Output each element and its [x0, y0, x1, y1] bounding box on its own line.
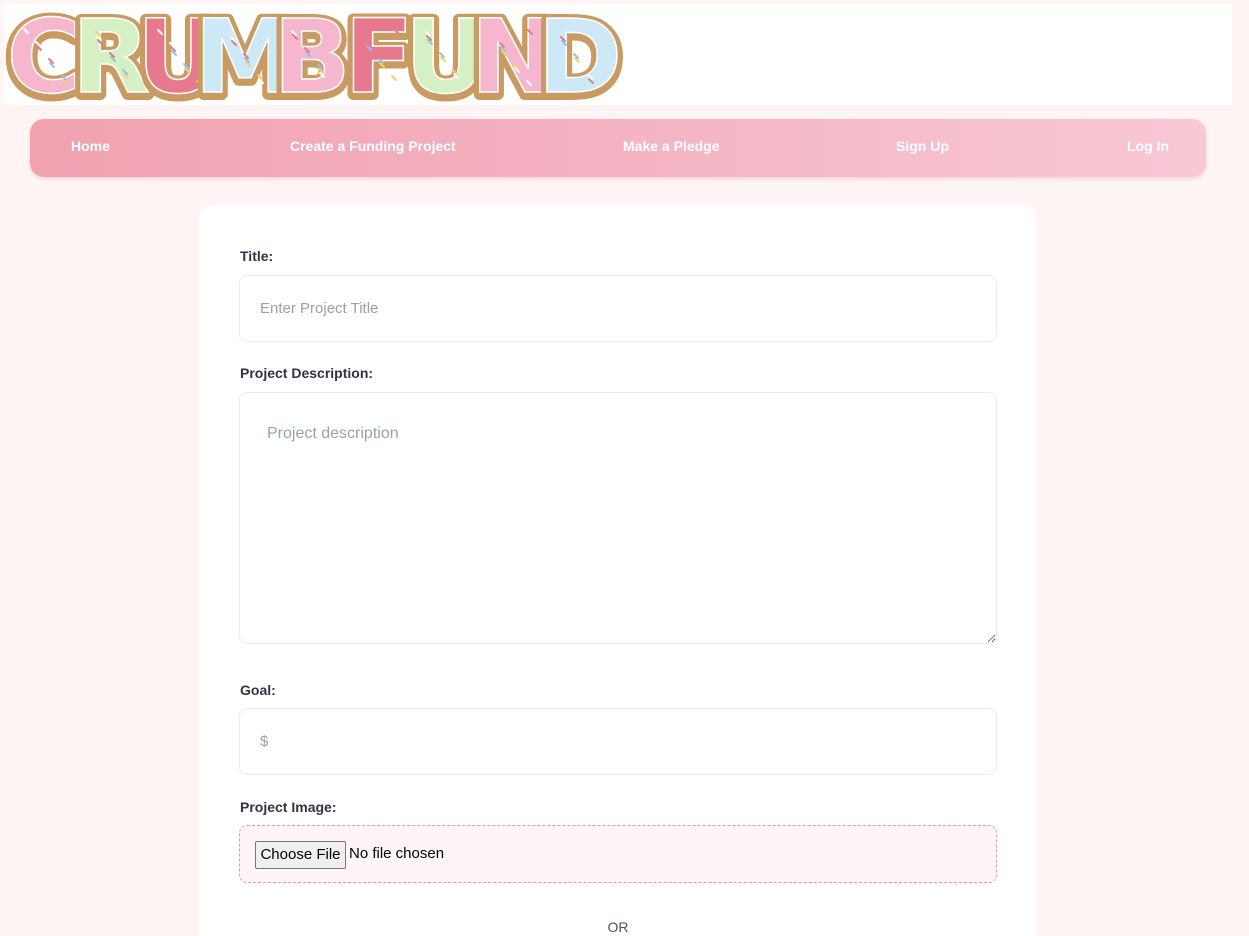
- nav-log-in-link[interactable]: Log In: [1127, 119, 1169, 177]
- logo-banner: CCRRUUMMBBFFUUNNDD: [4, 4, 1232, 105]
- nav-make-pledge-link[interactable]: Make a Pledge: [623, 119, 720, 177]
- choose-file-button[interactable]: Choose File: [255, 841, 346, 869]
- logo-letter: BB: [267, 4, 357, 105]
- svg-text:F: F: [344, 4, 414, 105]
- description-textarea[interactable]: [239, 392, 997, 644]
- svg-text:B: B: [273, 4, 351, 105]
- goal-input[interactable]: [239, 708, 997, 775]
- nav-sign-up-link[interactable]: Sign Up: [896, 119, 949, 177]
- svg-text:D: D: [538, 4, 623, 105]
- logo-letter: CC: [4, 4, 87, 105]
- description-label: Project Description:: [240, 365, 374, 381]
- svg-text:C: C: [7, 4, 82, 105]
- logo-letter: DD: [532, 4, 624, 105]
- nav-create-project-link[interactable]: Create a Funding Project: [290, 119, 456, 177]
- title-input[interactable]: [239, 275, 997, 342]
- title-label: Title:: [240, 248, 274, 264]
- or-divider-text: OR: [607, 919, 629, 935]
- file-upload-zone[interactable]: Choose File No file chosen: [239, 825, 997, 883]
- nav-home-link[interactable]: Home: [71, 119, 110, 177]
- logo-letter: FF: [338, 4, 420, 105]
- main-navbar: Home Create a Funding Project Make a Ple…: [30, 119, 1206, 177]
- file-status-text: No file chosen: [349, 845, 445, 862]
- goal-label: Goal:: [240, 682, 276, 698]
- project-image-label: Project Image:: [240, 799, 337, 815]
- crumbfund-logo: CCRRUUMMBBFFUUNNDD: [4, 4, 624, 105]
